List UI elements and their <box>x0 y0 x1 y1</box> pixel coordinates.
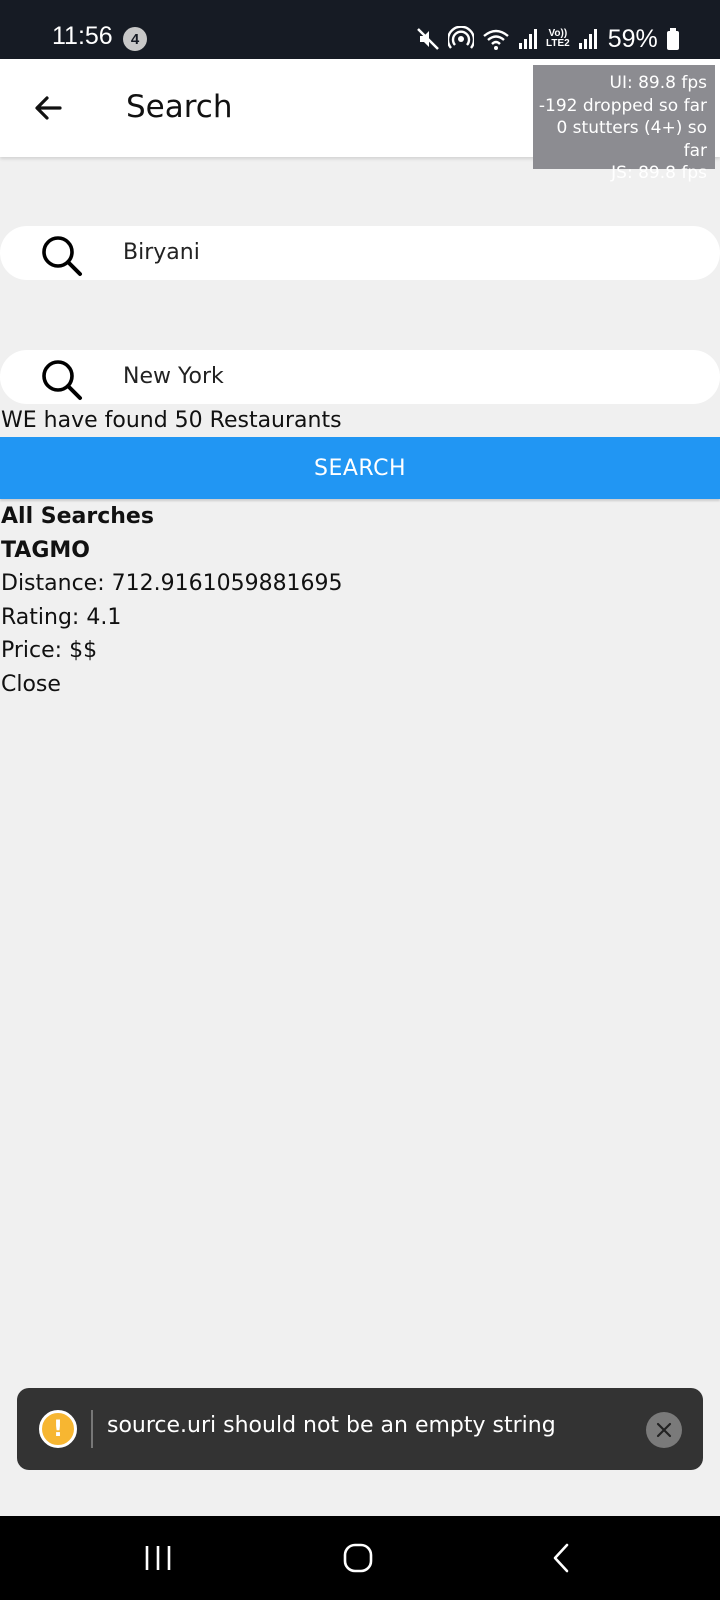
back-arrow-icon[interactable] <box>28 87 70 129</box>
restaurant-distance: Distance: 712.9161059881695 <box>1 571 343 596</box>
search-button[interactable]: SEARCH <box>0 437 720 499</box>
battery-percent: 59% <box>607 24 658 53</box>
results-list: All Searches TAGMO Distance: 712.9161059… <box>1 500 343 701</box>
home-icon[interactable] <box>338 1538 378 1578</box>
search-icon <box>42 360 82 400</box>
toast-close-button[interactable] <box>646 1412 682 1448</box>
restaurant-rating: Rating: 4.1 <box>1 604 122 630</box>
all-searches-heading: All Searches <box>1 504 154 529</box>
signal-icon <box>519 29 537 49</box>
back-icon[interactable] <box>542 1538 582 1578</box>
lte-icon: Vo)) LTE2 <box>546 29 570 49</box>
restaurant-name: TAGMO <box>1 537 90 563</box>
restaurant-price: Price: $$ <box>1 638 98 663</box>
signal-icon-2 <box>578 29 597 49</box>
warning-icon: ! <box>39 1410 77 1448</box>
page-title: Search <box>126 89 233 125</box>
recents-icon[interactable] <box>138 1538 178 1578</box>
battery-icon <box>666 28 679 50</box>
lte-line2: LTE2 <box>546 38 570 49</box>
wifi-icon <box>483 29 509 50</box>
notification-count-badge: 4 <box>123 27 147 51</box>
hotspot-icon <box>448 26 474 49</box>
toast-divider <box>91 1410 93 1448</box>
search-term-input[interactable]: Biryani <box>0 226 720 280</box>
search-icon <box>42 236 82 276</box>
perf-monitor-overlay[interactable]: UI: 89.8 fps -192 dropped so far 0 stutt… <box>533 65 715 183</box>
perf-dropped: -192 dropped so far <box>538 95 707 116</box>
warning-toast[interactable]: ! source.uri should not be an empty stri… <box>17 1388 703 1470</box>
status-time: 11:56 <box>52 22 113 50</box>
mute-icon <box>417 28 439 50</box>
toast-message: source.uri should not be an empty string <box>107 1413 556 1438</box>
search-term-value: Biryani <box>123 240 200 265</box>
perf-stutters: 0 stutters (4+) so far <box>556 118 707 161</box>
status-bar: 11:56 4 Vo)) LTE2 59% <box>0 0 720 59</box>
perf-ui-fps: UI: 89.8 fps <box>609 73 707 93</box>
location-value: New York <box>123 364 224 389</box>
system-nav-bar <box>0 1516 720 1600</box>
results-count-text: WE have found 50 Restaurants <box>1 408 342 433</box>
close-icon <box>656 1422 672 1438</box>
location-input[interactable]: New York <box>0 350 720 404</box>
perf-js-fps: JS: 89.8 fps <box>611 163 707 183</box>
close-link[interactable]: Close <box>1 668 343 702</box>
status-icons: Vo)) LTE2 59% <box>416 22 680 56</box>
